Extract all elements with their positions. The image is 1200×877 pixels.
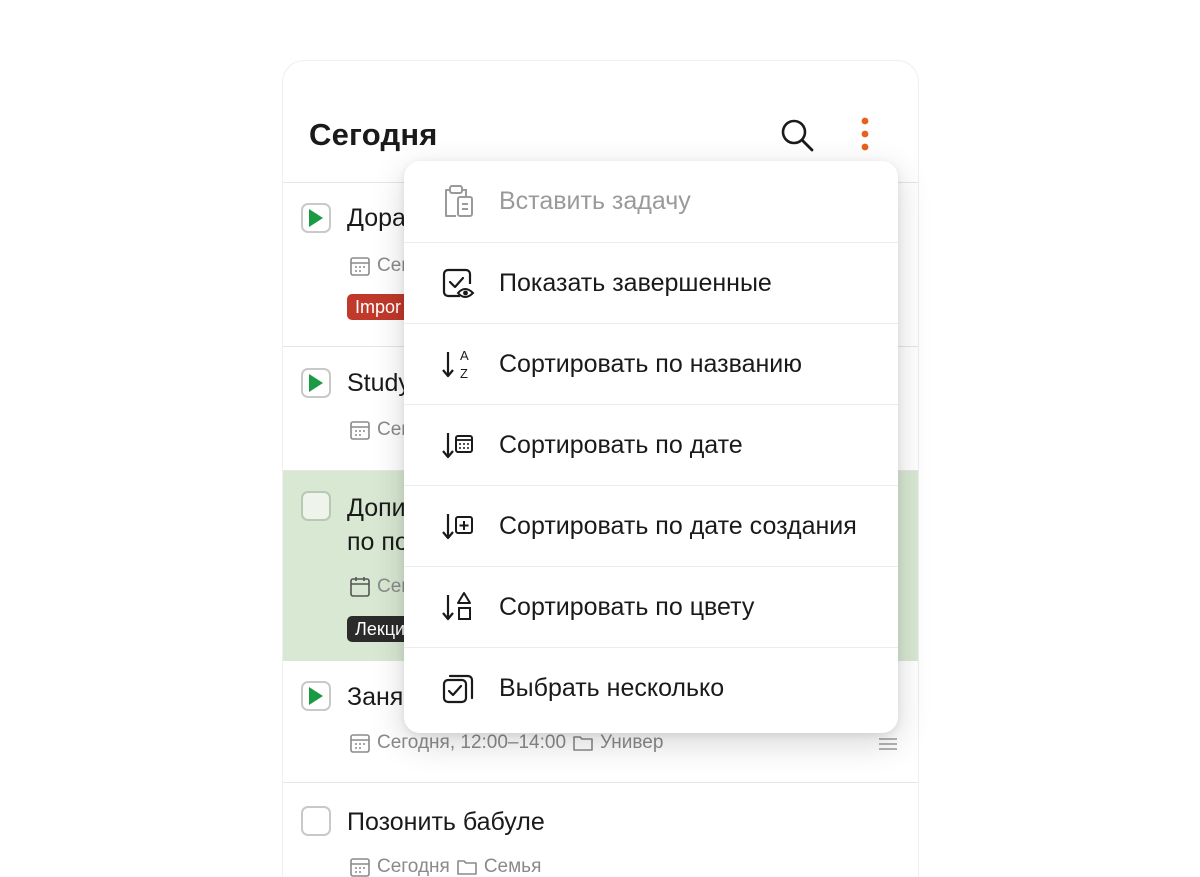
menu-item-label: Выбрать несколько [499, 674, 725, 702]
svg-text:Z: Z [460, 366, 468, 381]
folder-icon [457, 860, 477, 875]
task-folder: Семья [483, 856, 542, 877]
sort-color-icon [442, 592, 471, 621]
task-title-line2: по по [347, 528, 409, 556]
task-title: Позонить бабуле [347, 808, 545, 836]
calendar-icon [350, 421, 370, 440]
svg-text:A: A [460, 348, 469, 363]
list-item[interactable]: Позонить бабуле Сегодня Семья [283, 783, 918, 877]
menu-item-label: Показать завершенные [499, 269, 772, 297]
calendar-icon [350, 858, 370, 877]
menu-item-sort-by-date[interactable]: Сортировать по дате [404, 404, 898, 485]
sort-date-icon [442, 433, 473, 459]
task-checkbox[interactable] [301, 368, 331, 398]
task-meta: Сег [349, 255, 408, 277]
task-checkbox[interactable] [301, 681, 331, 711]
task-date: Сегодня, 12:00–14:00 [377, 732, 567, 753]
sort-az-icon: A Z [442, 348, 469, 381]
task-checkbox[interactable] [301, 203, 331, 233]
calendar-icon [350, 577, 370, 597]
menu-item-select-multiple[interactable]: Выбрать несколько [404, 647, 898, 728]
menu-item-label: Сортировать по дате [499, 431, 743, 459]
menu-item-sort-by-name[interactable]: A Z Сортировать по названию [404, 323, 898, 404]
show-completed-icon [442, 268, 475, 298]
menu-item-sort-by-created[interactable]: Сортировать по дате создания [404, 485, 898, 566]
menu-item-label: Сортировать по дате создания [499, 512, 857, 540]
menu-item-label: Сортировать по названию [499, 350, 803, 378]
menu-item-sort-by-color[interactable]: Сортировать по цвету [404, 566, 898, 647]
tag-badge: Impor [347, 294, 410, 320]
play-icon [309, 687, 323, 705]
folder-icon [573, 736, 593, 751]
page-title: Сегодня [309, 117, 438, 152]
search-icon[interactable] [779, 117, 815, 153]
task-meta: Сегодня, 12:00–14:00 Универ [349, 732, 663, 754]
task-title: Study [347, 369, 411, 397]
task-meta: Сег [349, 419, 408, 441]
overflow-menu: Вставить задачу Показать завершенные A Z… [404, 161, 898, 733]
task-title: Допи [347, 494, 406, 522]
task-date: Сегодня [377, 856, 450, 877]
menu-item-label: Вставить задачу [499, 187, 691, 215]
task-meta: Сегодня Семья [349, 856, 541, 877]
select-multiple-icon [442, 674, 474, 704]
task-title: Заня [347, 683, 404, 711]
calendar-icon [350, 257, 370, 276]
menu-item-paste-task[interactable]: Вставить задачу [404, 161, 898, 242]
task-title: Дора [347, 204, 406, 232]
sort-created-icon [442, 514, 473, 540]
menu-item-show-completed[interactable]: Показать завершенные [404, 242, 898, 323]
task-checkbox[interactable] [301, 806, 331, 836]
play-icon [309, 374, 323, 392]
task-folder: Универ [600, 732, 664, 753]
task-meta: Сег [349, 576, 408, 598]
notes-icon [879, 738, 897, 750]
paste-icon [445, 185, 473, 217]
play-icon [309, 209, 323, 227]
menu-item-label: Сортировать по цвету [499, 593, 755, 621]
calendar-icon [350, 734, 370, 753]
more-vertical-icon[interactable] [851, 115, 879, 155]
task-checkbox[interactable] [301, 491, 331, 521]
